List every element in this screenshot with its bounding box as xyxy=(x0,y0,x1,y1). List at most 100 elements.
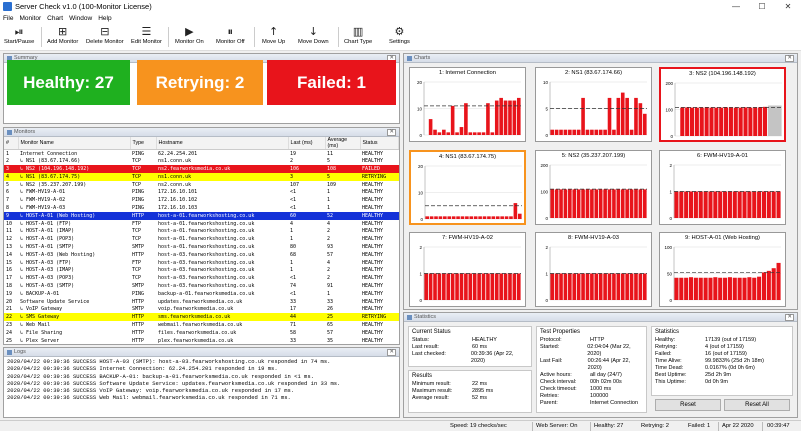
chart-bar xyxy=(563,129,568,135)
table-cell: 68 xyxy=(290,251,297,258)
menu-help[interactable]: Help xyxy=(95,15,114,22)
monitors-header: Monitors ✕ xyxy=(4,128,399,137)
property-value: 100000 xyxy=(590,393,609,399)
close-icon[interactable]: ✕ xyxy=(387,349,396,356)
table-cell: 7 xyxy=(6,197,10,204)
column-header[interactable]: Average (ms) xyxy=(325,137,361,150)
column-header[interactable]: Monitor Name xyxy=(18,137,131,150)
menu-monitor[interactable]: Monitor xyxy=(16,15,44,22)
add-monitor-button[interactable]: ⊞ Add Monitor xyxy=(47,24,78,45)
chart-3[interactable]: 3: NS2 (104.196.148.192) 200 100 0 xyxy=(659,67,786,142)
move-down-button[interactable]: ↓ Move Down xyxy=(298,24,329,45)
chart-type-button[interactable]: ▥ Chart Type xyxy=(344,24,372,45)
chart-5[interactable]: 5: NS2 (35.237.207.199) 200 100 0 xyxy=(535,150,652,225)
table-cell: 5 xyxy=(327,173,331,180)
chart-bar xyxy=(456,216,460,219)
table-row[interactable]: 15 ↳ HOST-A-03 (FTP) FTP host-a-03.fearwork… xyxy=(4,259,399,267)
chart-bar xyxy=(771,191,776,218)
table-cell: ↳ FWM-HV19-A-02 xyxy=(20,197,66,204)
settings-button[interactable]: ⚙ Settings xyxy=(389,24,410,45)
table-row[interactable]: 3 ↳ NS2 (104.196.148.192) TCP ns2.fearworks… xyxy=(4,165,399,173)
table-cell: HEALTHY xyxy=(362,282,384,289)
table-row[interactable]: 10 ↳ HOST-A-01 (FTP) FTP host-a-01.fearwork… xyxy=(4,220,399,228)
table-row[interactable]: 12 ↳ HOST-A-01 (POP3) TCP host-a-01.fearwor… xyxy=(4,235,399,243)
chart-9[interactable]: 9: HOST-A-01 (Web Hosting) 100 50 0 xyxy=(659,232,786,307)
table-row[interactable]: 11 ↳ HOST-A-01 (IMAP) TCP host-a-01.fearwor… xyxy=(4,227,399,235)
table-row[interactable]: 2 ↳ NS1 (83.67.174.66) TCP ns1.conn.uk 2 5 HEA… xyxy=(4,157,399,165)
reset-all-button[interactable]: Reset All xyxy=(724,399,790,411)
column-header[interactable]: Hostname xyxy=(156,137,289,150)
table-cell: 107 xyxy=(290,181,300,188)
table-cell: host-a-01.fearworkshosting.co.uk xyxy=(158,243,255,250)
table-row[interactable]: 8 ↳ FWM-HV19-A-03 PING 172.16.10.103 <1 1 HEAL… xyxy=(4,204,399,212)
edit-monitor-button[interactable]: ☰ Edit Monitor xyxy=(131,24,162,45)
table-cell: TCP xyxy=(132,228,142,235)
reset-button[interactable]: Reset xyxy=(655,399,721,411)
chart-bar xyxy=(559,189,563,218)
chart-8[interactable]: 8: FWM-HV19-A-03 2 1 0 xyxy=(535,232,652,307)
table-row[interactable]: 1 Internet Connection PING 62.24.254.201 19 1… xyxy=(4,150,399,158)
column-header[interactable]: Status xyxy=(360,137,399,150)
chart-4[interactable]: 4: NS1 (83.67.174.75) 20 10 0 xyxy=(409,150,526,225)
menu-window[interactable]: Window xyxy=(66,15,95,22)
table-row[interactable]: 7 ↳ FWM-HV19-A-02 PING 172.16.10.102 <1 1 HEAL… xyxy=(4,196,399,204)
table-row[interactable]: 4 ↳ NS1 (83.67.174.75) TCP ns1.conn.uk 3 5 RET… xyxy=(4,172,399,181)
table-row[interactable]: 13 ↳ HOST-A-01 (SMTP) SMTP host-a-01.fearwo… xyxy=(4,243,399,251)
table-cell: 4 xyxy=(6,173,10,180)
chart-bar xyxy=(766,270,771,300)
table-cell: ↳ HOST-A-03 (FTP) xyxy=(20,259,72,266)
log-list: 2020/04/22 00:39:36 SUCCESS HOST-A-03 (S… xyxy=(4,357,399,403)
close-icon[interactable]: ✕ xyxy=(387,129,396,136)
test-properties-group: Test Properties Protocol: HTTP Started: 02:… xyxy=(536,326,647,413)
table-row[interactable]: 25 ↳ Plex Server HTTP plex.fearworksmedia.c… xyxy=(4,337,399,344)
table-row[interactable]: 14 ↳ HOST-A-03 (Web Hosting) HTTP host-a-03… xyxy=(4,251,399,259)
logs-panel: Logs ✕ 2020/04/22 00:39:36 SUCCESS HOST-A… xyxy=(3,347,400,418)
table-row[interactable]: 23 ↳ Web Mail HTTP webmail.fearworksmedia.c… xyxy=(4,321,399,329)
move-up-button[interactable]: ↑ Move Up xyxy=(262,24,285,45)
monitor-on-button[interactable]: ▶ Monitor On xyxy=(175,24,204,45)
status-value: HEALTHY xyxy=(472,337,497,343)
table-cell: 1 xyxy=(290,267,294,274)
table-row[interactable]: 21 ↳ VoIP Gateway SMTP voip.fearworksmedia.… xyxy=(4,305,399,313)
chart-bar xyxy=(495,216,500,219)
close-button[interactable]: ✕ xyxy=(775,0,801,13)
column-header[interactable]: Last (ms) xyxy=(288,137,326,150)
chart-6[interactable]: 6: FWM-HV19-A-01 2 1 0 xyxy=(659,150,786,225)
monitor-off-button[interactable]: ⏸ Monitor Off xyxy=(216,24,245,45)
chart-bar xyxy=(634,273,638,300)
table-row[interactable]: 18 ↳ HOST-A-03 (SMTP) SMTP host-a-03.fearwo… xyxy=(4,282,399,290)
chart-1[interactable]: 1: Internet Connection 20 10 0 xyxy=(409,67,526,142)
delete-monitor-button[interactable]: ⊟ Delete Monitor xyxy=(86,24,124,45)
chart-7[interactable]: 7: FWM-HV19-A-02 2 1 0 xyxy=(409,232,526,307)
menu-file[interactable]: File xyxy=(0,15,16,22)
start-pause-button[interactable]: ⏯ Start/Pause xyxy=(4,24,34,45)
maximize-button[interactable]: ☐ xyxy=(749,0,775,13)
chart-bar xyxy=(490,132,495,135)
table-row[interactable]: 24 ↳ File Sharing HTTP files.fearworksmedia… xyxy=(4,329,399,337)
table-row[interactable]: 5 ↳ NS2 (35.237.207.199) TCP ns2.conn.uk 107… xyxy=(4,181,399,189)
menu-chart[interactable]: Chart xyxy=(44,15,66,22)
chart-2[interactable]: 2: NS1 (83.67.174.66) 10 5 0 xyxy=(535,67,652,142)
table-cell: 2 xyxy=(327,228,331,235)
table-row[interactable]: 20 Software Update Service HTTP updates.fea… xyxy=(4,298,399,306)
chart-bar xyxy=(437,132,442,135)
column-header[interactable]: Type xyxy=(130,137,157,150)
table-cell: HEALTHY xyxy=(362,329,384,336)
chart-bar xyxy=(776,191,781,218)
minimize-button[interactable]: — xyxy=(723,0,749,13)
table-row[interactable]: 16 ↳ HOST-A-03 (IMAP) TCP host-a-03.fearwor… xyxy=(4,266,399,274)
table-row[interactable]: 22 ↳ SMS Gateway HTTP sms.fearworksmedia.co… xyxy=(4,313,399,322)
table-cell: <1 xyxy=(290,290,297,297)
chart-bar xyxy=(433,129,437,135)
column-header[interactable]: # xyxy=(4,137,19,150)
table-row[interactable]: 9 ↳ HOST-A-01 (Web Hosting) HTTP host-a-01.… xyxy=(4,211,399,220)
toolbar-separator xyxy=(168,27,169,47)
property-value: 00:26:44 (Apr 22, 2020) xyxy=(587,358,631,371)
close-icon[interactable]: ✕ xyxy=(785,55,794,62)
table-row[interactable]: 17 ↳ HOST-A-03 (POP3) TCP host-a-03.fearwor… xyxy=(4,274,399,282)
close-icon[interactable]: ✕ xyxy=(785,314,794,321)
chart-bar xyxy=(752,277,757,300)
table-row[interactable]: 6 ↳ FWM-HV19-A-01 PING 172.16.10.101 <1 1 HEAL… xyxy=(4,188,399,196)
chart-bar xyxy=(572,273,577,300)
table-row[interactable]: 19 ↳ BACKUP-A-01 PING backup-a-01.fearworks… xyxy=(4,290,399,298)
